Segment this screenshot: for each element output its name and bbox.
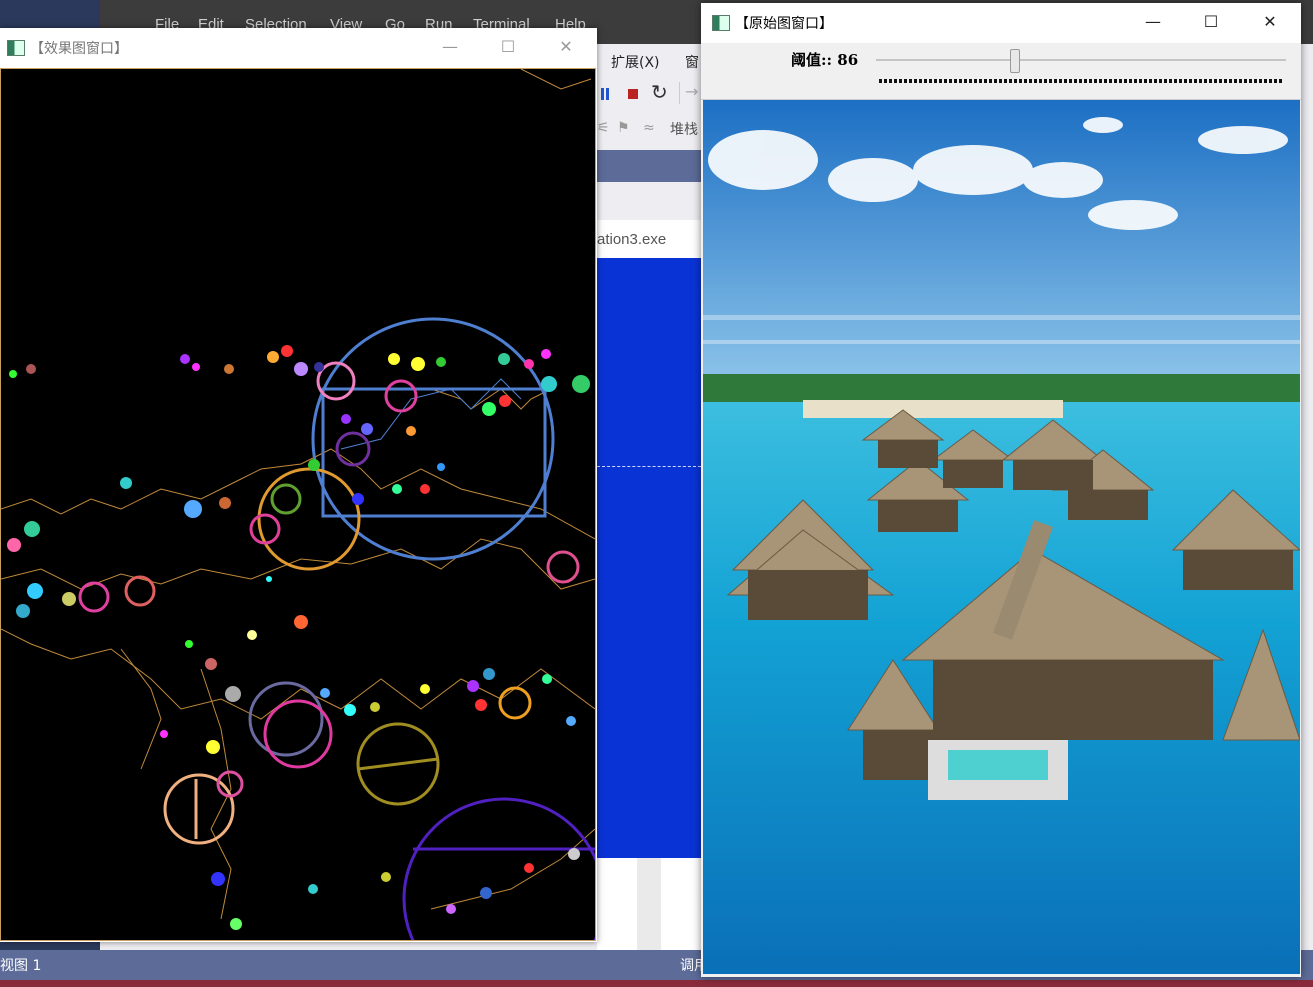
toolbar-divider	[679, 82, 680, 104]
contour-drawing	[0, 68, 606, 987]
maximize-button[interactable]: ☐	[1191, 9, 1231, 35]
step-icon[interactable]: →	[685, 82, 698, 101]
original-image	[703, 100, 1300, 974]
console-divider	[597, 466, 701, 467]
stack-label[interactable]: 堆栈	[670, 119, 698, 139]
ide-console-area	[597, 258, 701, 858]
close-button[interactable]: ✕	[1250, 9, 1290, 35]
window-app-icon	[712, 15, 730, 31]
close-button[interactable]: ✕	[546, 34, 586, 60]
contour-result-image	[0, 68, 606, 987]
stop-icon[interactable]	[628, 89, 638, 99]
threshold-slider-track[interactable]	[876, 49, 1286, 73]
flag-icon[interactable]: ⚑	[617, 120, 630, 136]
resort-photo	[703, 100, 1300, 974]
menu-window[interactable]: 窗	[685, 52, 699, 72]
ide-tab-area	[597, 182, 701, 220]
trackbar-panel: 阈值:: 86	[701, 43, 1301, 100]
ide-bottom-stripe	[0, 980, 1313, 987]
original-window-title: 【原始图窗口】	[735, 16, 833, 32]
ide-panel-header	[597, 150, 701, 182]
ide-document-tab[interactable]: ation3.exe	[597, 220, 701, 258]
threshold-slider-thumb[interactable]	[1010, 49, 1021, 73]
thread-icon[interactable]: ⚟	[597, 120, 610, 136]
original-titlebar[interactable]: 【原始图窗口】 — ☐ ✕	[701, 3, 1301, 43]
effect-window-title: 【效果图窗口】	[30, 41, 128, 57]
threshold-label: 阈值:: 86	[791, 51, 859, 69]
ide-toolbar-secondary: ⚟ ⚑ ≈ 堆栈	[597, 116, 701, 150]
status-left[interactable]: 视图 1	[0, 955, 41, 975]
window-app-icon	[7, 40, 25, 56]
scrollbar[interactable]	[637, 858, 661, 950]
filter-icon[interactable]: ≈	[643, 120, 655, 136]
ide-bottom-panel	[597, 858, 701, 950]
restart-icon[interactable]: ↻	[651, 80, 668, 104]
slider-ticks	[879, 79, 1283, 83]
minimize-button[interactable]: —	[1133, 9, 1173, 35]
original-window[interactable]: 【原始图窗口】 — ☐ ✕ 阈值:: 86	[701, 3, 1301, 977]
minimize-button[interactable]: —	[430, 34, 470, 60]
doc-tab-label: ation3.exe	[597, 231, 667, 248]
effect-titlebar[interactable]: 【效果图窗口】 — ☐ ✕	[0, 28, 597, 66]
menu-extensions[interactable]: 扩展(X)	[611, 52, 660, 72]
pause-icon[interactable]	[601, 88, 604, 100]
maximize-button[interactable]: ☐	[488, 34, 528, 60]
effect-window[interactable]: 【效果图窗口】 — ☐ ✕	[0, 28, 606, 987]
ide-menubar-cn: 扩展(X) 窗	[597, 44, 701, 76]
ide-debug-toolbar: ↻ →	[597, 76, 701, 116]
ide-right-edge	[1301, 100, 1313, 950]
